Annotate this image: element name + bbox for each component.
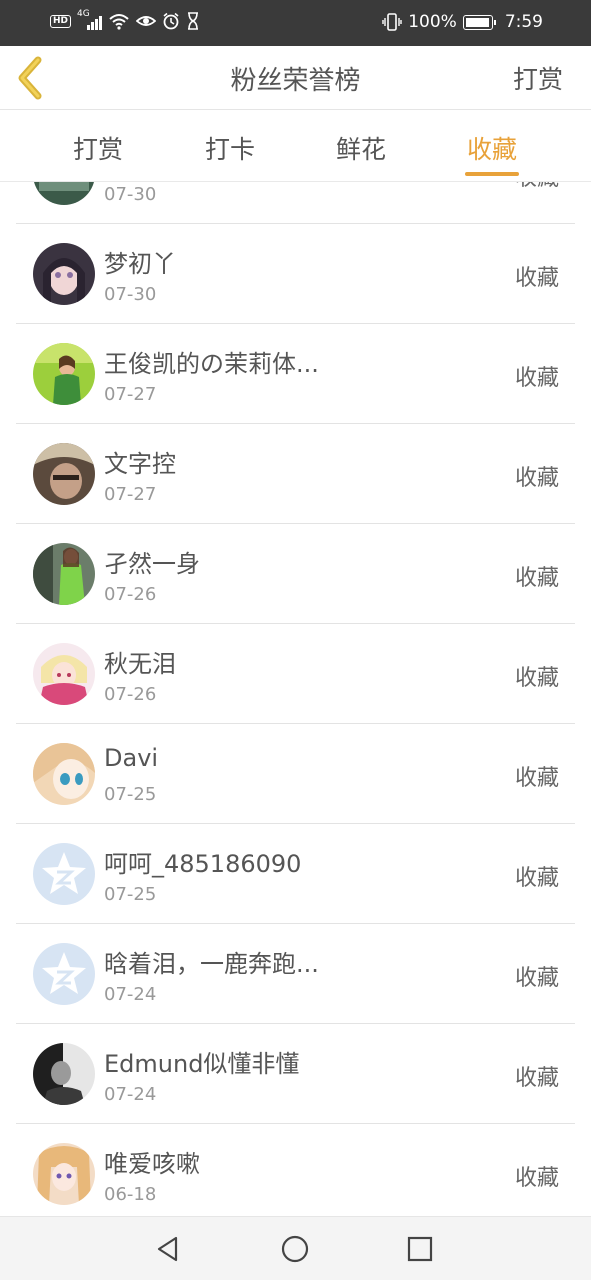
list-item[interactable]: 孑然一身 07-26 收藏 (16, 524, 575, 624)
photo-avatar (33, 1143, 95, 1205)
list-item[interactable]: 秋无泪 07-26 收藏 (16, 624, 575, 724)
favorite-label: 收藏 (515, 182, 559, 192)
favorite-label: 收藏 (514, 266, 559, 291)
fan-date: 07-30 (104, 284, 157, 305)
favorite-label: 收藏 (514, 466, 559, 491)
tab-bar: 打赏 打卡 鲜花 收藏 (0, 110, 591, 182)
fan-name: 呵呵_485186090 (104, 850, 302, 878)
battery-percent: 100% (408, 12, 457, 32)
fan-name: Edmund似懂非懂 (104, 1050, 300, 1078)
network-label: 4G (77, 9, 90, 19)
list-item[interactable]: Edmund似懂非懂 07-24 收藏 (16, 1024, 575, 1124)
fan-list-viewport[interactable]: 07-30 收藏 梦初丫 07-30 收藏 王俊凯的の茉莉体... 07-27 … (0, 182, 591, 1216)
fan-date: 07-26 (104, 584, 157, 605)
clock: 7:59 (504, 12, 543, 32)
photo-avatar (33, 343, 95, 405)
fan-date: 07-30 (104, 184, 157, 205)
fan-date: 07-27 (104, 384, 157, 405)
default-star-avatar (33, 943, 95, 1005)
fan-name: 晗着泪，一鹿奔跑... (104, 950, 319, 978)
status-left: HD 4G (50, 9, 200, 30)
default-star-avatar (33, 843, 95, 905)
photo-avatar (33, 443, 95, 505)
fan-date: 07-27 (104, 484, 157, 505)
battery-icon (462, 14, 496, 30)
status-right: 100% 7:59 (382, 12, 543, 32)
fan-name: 文字控 (104, 450, 176, 478)
wifi-icon (109, 14, 129, 30)
fan-name: 秋无泪 (104, 650, 176, 678)
favorite-label: 收藏 (514, 766, 559, 791)
list-item[interactable]: 王俊凯的の茉莉体... 07-27 收藏 (16, 324, 575, 424)
home-circle-icon[interactable] (279, 1233, 311, 1265)
favorite-label: 收藏 (514, 566, 559, 591)
fan-list: 07-30 收藏 梦初丫 07-30 收藏 王俊凯的の茉莉体... 07-27 … (0, 182, 591, 1216)
list-item[interactable]: 晗着泪，一鹿奔跑... 07-24 收藏 (16, 924, 575, 1024)
list-item[interactable]: 文字控 07-27 收藏 (16, 424, 575, 524)
tab-flowers[interactable]: 鲜花 (326, 130, 396, 166)
favorite-label: 收藏 (514, 1066, 559, 1091)
signal-icon: 4G (77, 9, 103, 30)
photo-avatar (33, 243, 95, 305)
eye-icon (136, 16, 157, 26)
reward-button[interactable]: 打赏 (513, 60, 563, 96)
fan-date: 06-18 (104, 1184, 157, 1205)
photo-avatar (33, 643, 95, 705)
fan-date: 07-24 (104, 1084, 157, 1105)
favorite-label: 收藏 (514, 366, 559, 391)
list-item[interactable]: 呵呵_485186090 07-25 收藏 (16, 824, 575, 924)
tab-checkin[interactable]: 打卡 (195, 130, 265, 166)
vibrate-icon (382, 13, 402, 31)
status-bar: HD 4G 100% 7:59 (0, 0, 591, 46)
recents-square-icon[interactable] (404, 1233, 436, 1265)
favorite-label: 收藏 (514, 1166, 559, 1191)
active-tab-indicator (465, 172, 519, 176)
fan-name: 唯爱咳嗽 (104, 1150, 200, 1178)
app-header: 粉丝荣誉榜 打赏 (0, 46, 591, 110)
fan-date: 07-26 (104, 684, 157, 705)
fan-name: 孑然一身 (104, 550, 200, 578)
fan-name: 梦初丫 (104, 250, 176, 278)
fan-name: Davi (104, 744, 159, 772)
fan-date: 07-25 (104, 784, 157, 805)
list-item[interactable]: 梦初丫 07-30 收藏 (16, 224, 575, 324)
list-item[interactable]: Davi 07-25 收藏 (16, 724, 575, 824)
back-triangle-icon[interactable] (152, 1233, 184, 1265)
list-item[interactable]: 07-30 收藏 (16, 182, 575, 224)
list-item[interactable]: 唯爱咳嗽 06-18 收藏 (16, 1124, 575, 1216)
page-title: 粉丝荣誉榜 (230, 66, 361, 96)
fan-name: 王俊凯的の茉莉体... (104, 350, 319, 378)
favorite-label: 收藏 (514, 666, 559, 691)
photo-avatar (33, 543, 95, 605)
favorite-label: 收藏 (514, 966, 559, 991)
hd-icon: HD (50, 14, 72, 28)
photo-avatar (33, 743, 95, 805)
favorite-label: 收藏 (514, 866, 559, 891)
alarm-icon (163, 12, 179, 30)
fan-date: 07-25 (104, 884, 157, 905)
tab-favorites[interactable]: 收藏 (457, 130, 527, 166)
fan-date: 07-24 (104, 984, 157, 1005)
tab-reward[interactable]: 打赏 (63, 130, 133, 166)
battery-fill (465, 17, 489, 27)
photo-avatar (33, 182, 95, 205)
hourglass-icon (188, 12, 199, 30)
system-nav-bar (0, 1216, 591, 1280)
photo-avatar (33, 1043, 95, 1105)
